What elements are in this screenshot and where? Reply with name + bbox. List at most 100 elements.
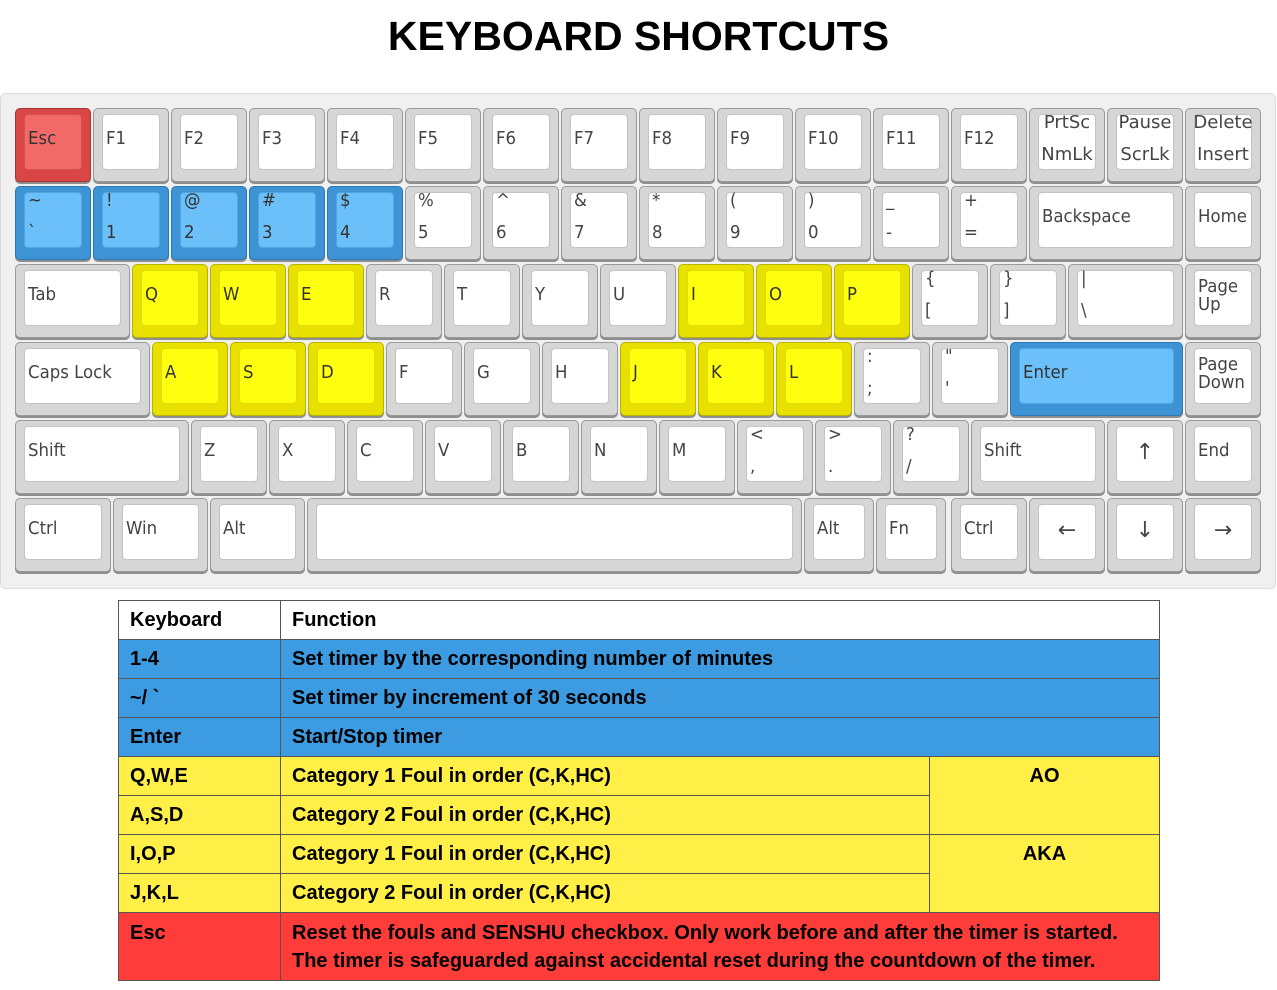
key-s[interactable]: S (230, 342, 306, 416)
key-o[interactable]: O (756, 264, 832, 338)
key-label: Win (126, 518, 158, 539)
key-ctrl[interactable]: Ctrl (15, 498, 111, 572)
key-9[interactable]: (9 (717, 186, 793, 260)
key-h[interactable]: H (542, 342, 618, 416)
key-prtsc-nmlk[interactable]: PrtSc NmLk (1029, 108, 1105, 182)
key-symbol[interactable]: → (1185, 498, 1261, 572)
key-label: Home (1198, 206, 1247, 227)
key-space[interactable] (307, 498, 802, 572)
key-f1[interactable]: F1 (93, 108, 169, 182)
key-symbol[interactable]: ~ ` (15, 186, 91, 260)
key-p[interactable]: P (834, 264, 910, 338)
key-r[interactable]: R (366, 264, 442, 338)
key-g[interactable]: G (464, 342, 540, 416)
key-backspace[interactable]: Backspace (1029, 186, 1183, 260)
key-w[interactable]: W (210, 264, 286, 338)
key-f8[interactable]: F8 (639, 108, 715, 182)
key-l[interactable]: L (776, 342, 852, 416)
key-1[interactable]: ! 1 (93, 186, 169, 260)
key-symbol[interactable]: <, (737, 420, 813, 494)
key-symbol[interactable]: :; (854, 342, 930, 416)
key-home[interactable]: Home (1185, 186, 1261, 260)
key-pause-scrlk[interactable]: Pause ScrLk (1107, 108, 1183, 182)
key-z[interactable]: Z (191, 420, 267, 494)
key-label: N (594, 440, 607, 461)
key-d[interactable]: D (308, 342, 384, 416)
key-symbol[interactable]: + = (951, 186, 1027, 260)
key-label: F5 (418, 128, 439, 149)
key-caps-lock[interactable]: Caps Lock (15, 342, 150, 416)
key-k[interactable]: K (698, 342, 774, 416)
key-enter[interactable]: Enter (1010, 342, 1183, 416)
key-2[interactable]: @2 (171, 186, 247, 260)
key-f2[interactable]: F2 (171, 108, 247, 182)
key-f6[interactable]: F6 (483, 108, 559, 182)
key-y[interactable]: Y (522, 264, 598, 338)
key-label: F1 (106, 128, 127, 149)
key-f5[interactable]: F5 (405, 108, 481, 182)
key-page-up[interactable]: Page Up (1185, 264, 1261, 338)
key-symbol[interactable]: {[ (912, 264, 988, 338)
key-7[interactable]: & 7 (561, 186, 637, 260)
key-alt[interactable]: Alt (804, 498, 874, 572)
key-4[interactable]: $4 (327, 186, 403, 260)
key-n[interactable]: N (581, 420, 657, 494)
key-f9[interactable]: F9 (717, 108, 793, 182)
key-m[interactable]: M (659, 420, 735, 494)
key-label: K (711, 362, 722, 383)
key-u[interactable]: U (600, 264, 676, 338)
key-label: @ (184, 190, 201, 211)
key-ctrl[interactable]: Ctrl (951, 498, 1027, 572)
key-3[interactable]: #3 (249, 186, 325, 260)
key-i[interactable]: I (678, 264, 754, 338)
key-shift[interactable]: Shift (15, 420, 189, 494)
key-symbol[interactable]: >. (815, 420, 891, 494)
key-j[interactable]: J (620, 342, 696, 416)
key-label: 3 (262, 222, 273, 243)
key-symbol[interactable]: ↓ (1107, 498, 1183, 572)
key-f10[interactable]: F10 (795, 108, 871, 182)
key-label: 1 (106, 222, 117, 243)
key-0[interactable]: ) 0 (795, 186, 871, 260)
key-label: Y (535, 284, 546, 305)
key-a[interactable]: A (152, 342, 228, 416)
key-symbol[interactable]: }] (990, 264, 1066, 338)
key-symbol[interactable]: " ' (932, 342, 1008, 416)
key-delete-insert[interactable]: Delete Insert (1185, 108, 1261, 182)
key-x[interactable]: X (269, 420, 345, 494)
key-label: 7 (574, 222, 585, 243)
key-win[interactable]: Win (113, 498, 208, 572)
key-esc[interactable]: Esc (15, 108, 91, 182)
key-t[interactable]: T (444, 264, 520, 338)
key-f12[interactable]: F12 (951, 108, 1027, 182)
key-6[interactable]: ^ 6 (483, 186, 559, 260)
key-label: | (1081, 268, 1087, 289)
key-symbol[interactable]: ↑ (1107, 420, 1183, 494)
key-b[interactable]: B (503, 420, 579, 494)
key-symbol[interactable]: ← (1029, 498, 1105, 572)
key-e[interactable]: E (288, 264, 364, 338)
key-c[interactable]: C (347, 420, 423, 494)
key-q[interactable]: Q (132, 264, 208, 338)
key-alt[interactable]: Alt (210, 498, 305, 572)
key-end[interactable]: End (1185, 420, 1261, 494)
key-fn[interactable]: Fn (876, 498, 946, 572)
key-f7[interactable]: F7 (561, 108, 637, 182)
key-label: F (399, 362, 409, 383)
key-symbol[interactable]: | \ (1068, 264, 1183, 338)
key-tab[interactable]: Tab (15, 264, 130, 338)
key-5[interactable]: % 5 (405, 186, 481, 260)
key-f[interactable]: F (386, 342, 462, 416)
key-label: 6 (496, 222, 507, 243)
key-label: F6 (496, 128, 517, 149)
key-f3[interactable]: F3 (249, 108, 325, 182)
key-symbol[interactable]: _ - (873, 186, 949, 260)
key-page-down[interactable]: Page Down (1185, 342, 1261, 416)
key-8[interactable]: * 8 (639, 186, 715, 260)
key-v[interactable]: V (425, 420, 501, 494)
key-label: ` (28, 222, 37, 243)
key-symbol[interactable]: ? / (893, 420, 969, 494)
key-shift[interactable]: Shift (971, 420, 1105, 494)
key-f4[interactable]: F4 (327, 108, 403, 182)
key-f11[interactable]: F11 (873, 108, 949, 182)
